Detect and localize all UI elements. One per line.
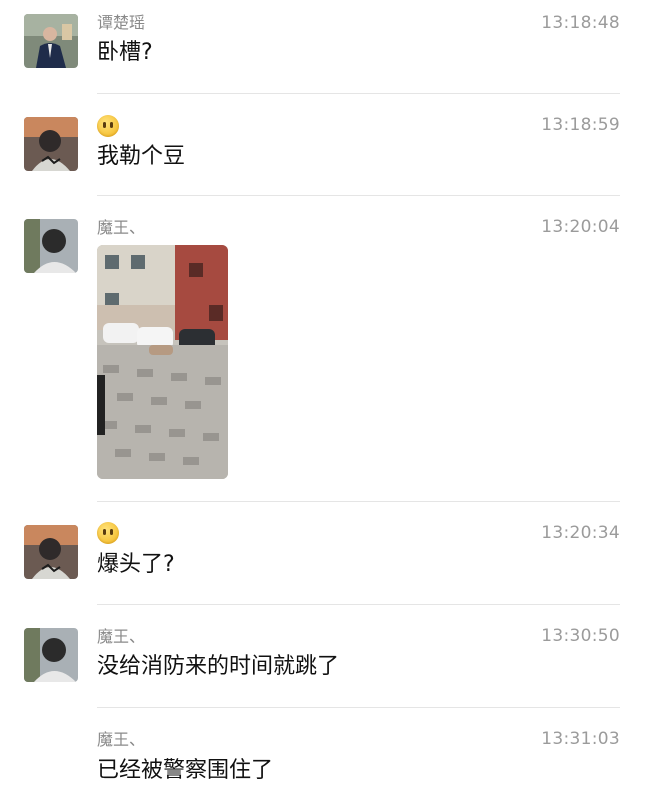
divider [97, 93, 620, 94]
avatar-user-2[interactable] [24, 525, 78, 579]
message-time: 13:20:04 [541, 217, 620, 237]
avatar-tan-chuyao[interactable] [24, 14, 78, 68]
message-text[interactable]: 已经被警察围住了 [97, 756, 273, 786]
sender-name: 魔王、 [97, 627, 146, 646]
message-time: 13:20:34 [541, 523, 620, 543]
divider [97, 707, 620, 708]
divider [97, 195, 620, 196]
divider [97, 604, 620, 605]
message-time: 13:18:59 [541, 115, 620, 135]
neutral-face-emoji-icon [97, 522, 119, 544]
sender-name: 魔王、 [97, 730, 146, 749]
avatar-user-2[interactable] [24, 117, 78, 171]
message-text[interactable]: 没给消防来的时间就跳了 [97, 652, 339, 682]
neutral-face-emoji-icon [97, 115, 119, 137]
sender-name: 谭楚瑶 [97, 13, 146, 32]
message-time: 13:30:50 [541, 626, 620, 646]
message-time: 13:31:03 [541, 729, 620, 749]
avatar-mowang[interactable] [24, 628, 78, 682]
message-time: 13:18:48 [541, 13, 620, 33]
avatar-mowang[interactable] [24, 219, 78, 273]
message-text[interactable]: 我勒个豆 [97, 142, 185, 172]
divider [97, 501, 620, 502]
message-text[interactable]: 卧槽? [97, 38, 153, 68]
sender-name: 魔王、 [97, 218, 146, 237]
message-text[interactable]: 爆头了? [97, 550, 175, 580]
image-attachment[interactable] [97, 245, 228, 479]
